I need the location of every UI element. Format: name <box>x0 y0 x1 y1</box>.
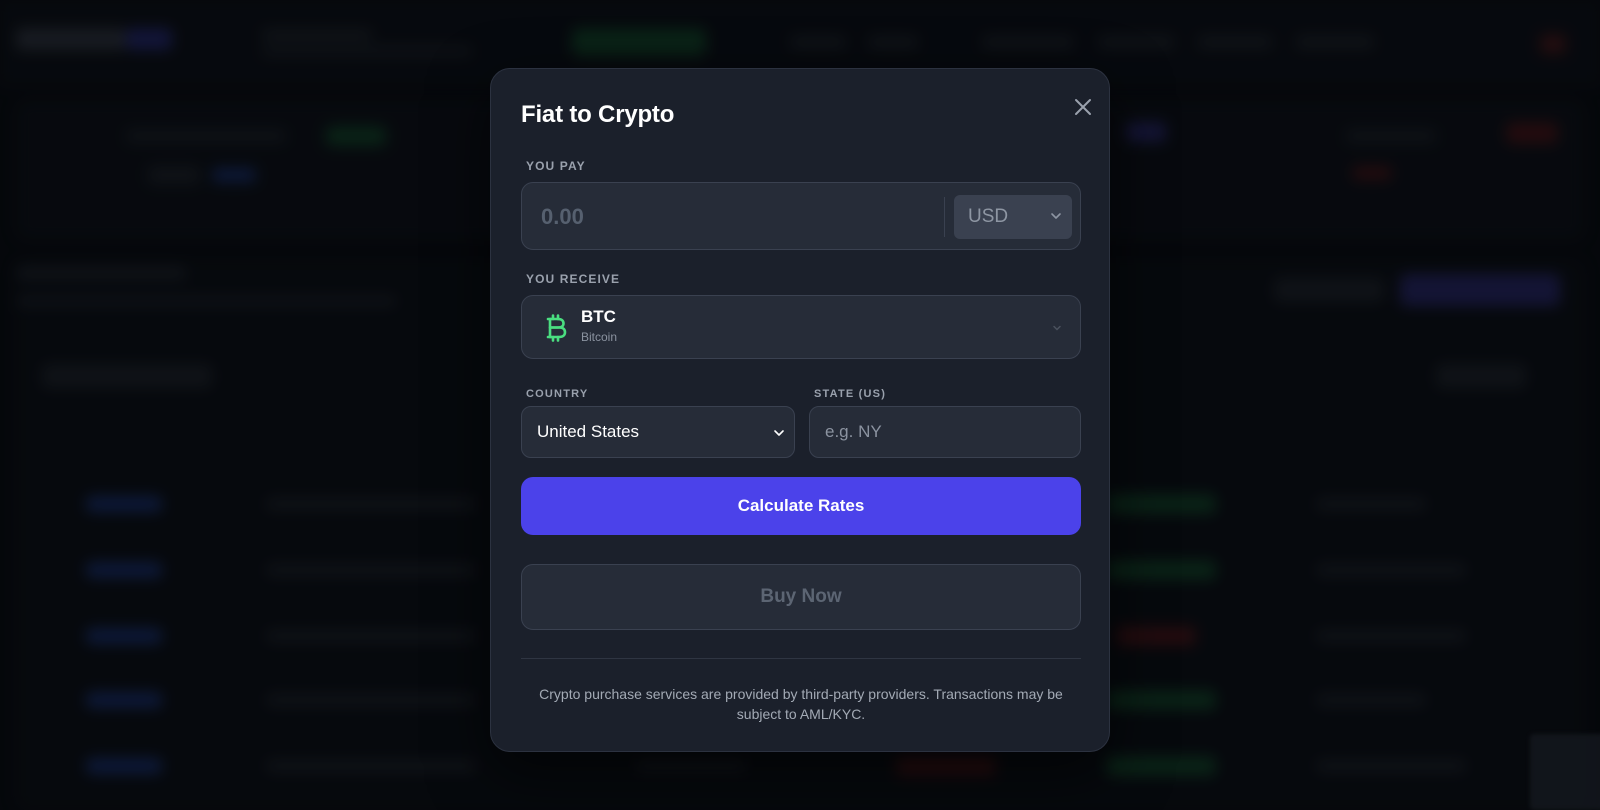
calculate-rates-button[interactable]: Calculate Rates <box>521 477 1081 535</box>
currency-select[interactable]: USD <box>954 195 1072 239</box>
country-select[interactable]: United States <box>521 406 795 458</box>
pay-amount-input[interactable] <box>541 201 921 233</box>
buy-now-button[interactable]: Buy Now <box>521 564 1081 630</box>
bitcoin-icon <box>546 314 567 342</box>
you-receive-label: YOU RECEIVE <box>526 272 621 286</box>
currency-value: USD <box>968 206 1009 227</box>
country-label: COUNTRY <box>526 388 589 400</box>
coin-symbol: BTC <box>581 307 616 326</box>
disclaimer-text: Crypto purchase services are provided by… <box>539 686 1063 722</box>
close-icon <box>1075 99 1091 115</box>
you-pay-label: YOU PAY <box>526 159 586 173</box>
divider <box>944 197 945 237</box>
coin-name: Bitcoin <box>581 330 618 344</box>
state-input[interactable] <box>809 406 1081 458</box>
pay-amount-box: USD <box>521 182 1081 250</box>
chevron-down-icon <box>1051 213 1061 219</box>
modal-title: Fiat to Crypto <box>521 101 675 128</box>
chevron-down-icon <box>774 430 784 436</box>
state-label: STATE (US) <box>814 388 887 400</box>
country-value: United States <box>537 422 640 441</box>
chevron-down-icon <box>1053 325 1061 331</box>
close-button[interactable] <box>1071 95 1095 119</box>
divider <box>521 658 1081 659</box>
receive-coin-select[interactable]: BTC Bitcoin <box>521 295 1081 359</box>
fiat-to-crypto-modal: Fiat to Crypto YOU PAY USD YOU RECEIVE B… <box>490 68 1110 752</box>
